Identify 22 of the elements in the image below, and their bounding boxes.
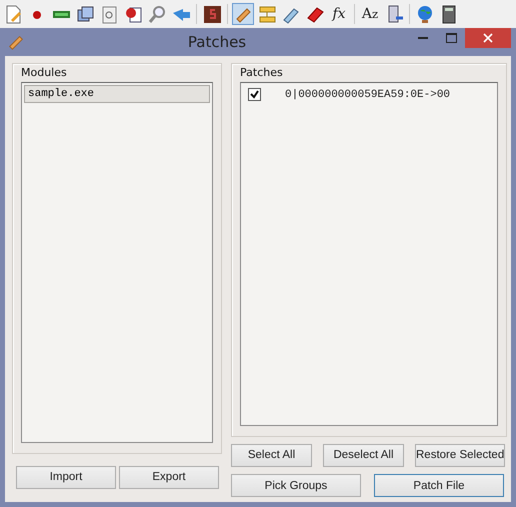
badge-icon[interactable] bbox=[201, 3, 223, 25]
module-item[interactable]: sample.exe bbox=[24, 85, 210, 103]
action-button[interactable]: Restore Selected bbox=[415, 444, 505, 466]
action-button[interactable]: Pick Groups bbox=[231, 474, 361, 497]
bandage-icon[interactable] bbox=[232, 3, 254, 25]
maximize-icon bbox=[446, 33, 456, 43]
group-label: Patches bbox=[240, 65, 284, 81]
search-icon[interactable] bbox=[146, 3, 168, 25]
action-button[interactable]: Patch File bbox=[374, 474, 504, 497]
checkbox[interactable] bbox=[248, 88, 261, 101]
action-button[interactable]: Import bbox=[16, 466, 116, 488]
action-button[interactable]: Deselect All bbox=[323, 444, 404, 466]
action-button[interactable]: Select All bbox=[231, 444, 312, 466]
close-icon bbox=[483, 33, 493, 43]
action-button[interactable]: Export bbox=[119, 466, 219, 488]
minimize-icon bbox=[418, 36, 428, 40]
window-title: Patches bbox=[186, 33, 248, 51]
group-label: Modules bbox=[21, 65, 68, 81]
close-button[interactable] bbox=[465, 28, 511, 48]
bandage-icon bbox=[7, 33, 25, 51]
toolbar-button[interactable]: fx bbox=[328, 3, 350, 25]
patch-entry: 0|000000000059EA59:0E->00 bbox=[285, 88, 450, 100]
